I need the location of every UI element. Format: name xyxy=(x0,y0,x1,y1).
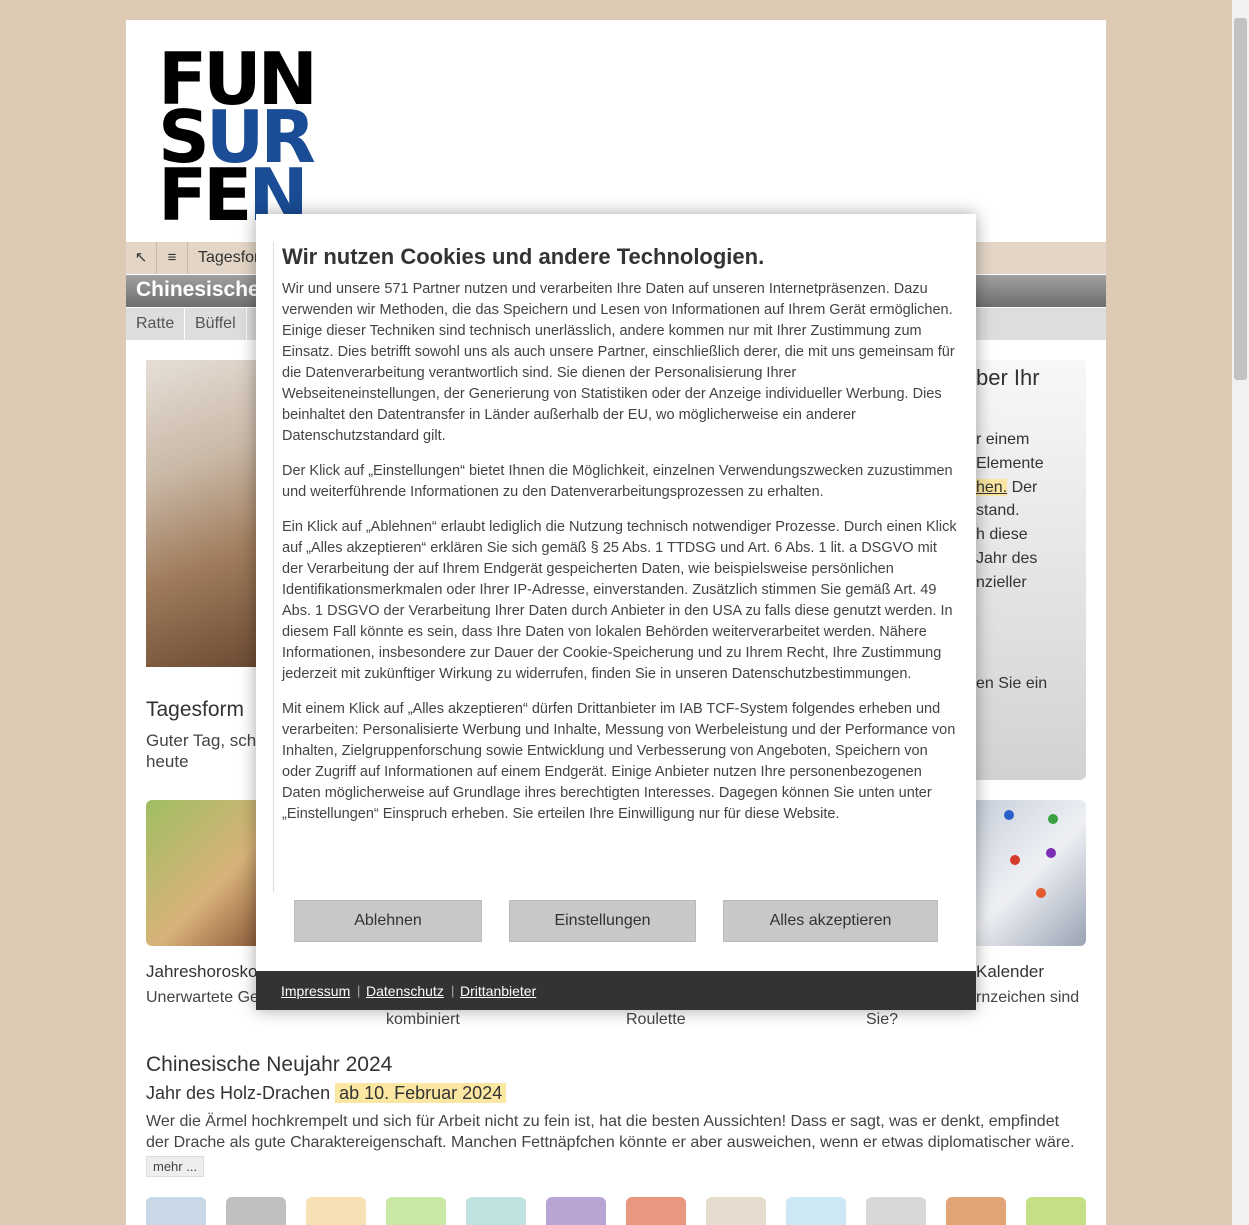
jahreshoroskop-text: Unerwartete Ge xyxy=(146,989,259,1006)
cookie-paragraph: Mit einem Klick auf „Alles akzeptieren“ … xyxy=(282,701,956,822)
tagesform-text: Guter Tag, sch heute xyxy=(146,731,257,771)
funsurfen-logo[interactable]: FUN SUR FEN xyxy=(158,43,328,231)
neujahr-subtitle-text: Jahr des Holz-Drachen xyxy=(146,1083,331,1103)
menu-icon[interactable]: ≡ xyxy=(157,242,188,274)
pin-icon xyxy=(1010,855,1020,865)
accept-all-button[interactable]: Alles akzeptieren xyxy=(723,900,938,942)
zodiac-animal-icon[interactable] xyxy=(146,1197,206,1225)
info-text: Elemente xyxy=(976,455,1044,472)
datenschutz-link[interactable]: Datenschutz xyxy=(366,983,444,999)
nav-item-bueffel[interactable]: Büffel xyxy=(185,308,247,340)
impressum-link[interactable]: Impressum xyxy=(281,983,350,999)
pin-icon xyxy=(1004,810,1014,820)
zodiac-animal-icon[interactable] xyxy=(226,1197,286,1225)
page-title: Chinesische xyxy=(136,278,260,301)
kalender-text: rnzeichen sind xyxy=(976,989,1080,1006)
jahreshoroskop-image[interactable] xyxy=(146,800,261,946)
logo-text: FE xyxy=(158,153,252,237)
info-text: r einem xyxy=(976,431,1030,448)
cookie-paragraph: Wir und unsere 571 Partner nutzen und ve… xyxy=(282,281,955,444)
back-arrow-icon[interactable]: ↖ xyxy=(126,242,157,274)
teaser-caption: Roulette xyxy=(626,1011,686,1028)
kalender-heading[interactable]: Kalender xyxy=(976,962,1044,982)
zodiac-animal-icon[interactable] xyxy=(1026,1197,1086,1225)
zodiac-animal-icon[interactable] xyxy=(786,1197,846,1225)
zodiac-animal-icon[interactable] xyxy=(466,1197,526,1225)
info-text: en Sie ein xyxy=(976,675,1048,692)
cookie-title: Wir nutzen Cookies und andere Technologi… xyxy=(282,244,765,269)
zodiac-animal-icon[interactable] xyxy=(306,1197,366,1225)
zodiac-animal-icon[interactable] xyxy=(706,1197,766,1225)
reject-button[interactable]: Ablehnen xyxy=(294,900,482,942)
zodiac-animal-icon[interactable] xyxy=(546,1197,606,1225)
zodiac-animal-icon[interactable] xyxy=(946,1197,1006,1225)
neujahr-date-badge: ab 10. Februar 2024 xyxy=(335,1083,507,1103)
neujahr-heading[interactable]: Chinesische Neujahr 2024 xyxy=(146,1053,392,1077)
settings-button[interactable]: Einstellungen xyxy=(509,900,696,942)
cookie-paragraph: Der Klick auf „Einstellungen“ bietet Ihn… xyxy=(282,463,953,500)
pin-icon xyxy=(1048,814,1058,824)
info-link[interactable]: hen. xyxy=(976,479,1008,496)
info-text: h diese xyxy=(976,526,1028,543)
info-box-heading: ber Ihr xyxy=(976,365,1040,390)
cookie-text: Wir und unsere 571 Partner nutzen und ve… xyxy=(282,279,957,839)
scrollbar-thumb[interactable] xyxy=(1234,18,1247,380)
info-text: stand. xyxy=(976,502,1020,519)
zodiac-animal-icon[interactable] xyxy=(866,1197,926,1225)
jahreshoroskop-heading[interactable]: Jahreshorosko xyxy=(146,962,258,982)
cookie-footer: Impressum | Datenschutz | Drittanbieter xyxy=(256,971,976,1010)
cookie-paragraph: Ein Klick auf „Ablehnen“ erlaubt ledigli… xyxy=(282,519,957,682)
teaser-caption: Sie? xyxy=(866,1011,899,1028)
more-button[interactable]: mehr ... xyxy=(146,1156,205,1177)
kalender-image[interactable] xyxy=(976,800,1086,946)
cookie-consent-dialog: Wir nutzen Cookies und andere Technologi… xyxy=(256,214,976,1010)
pin-icon xyxy=(1046,848,1056,858)
pin-icon xyxy=(1036,888,1046,898)
zodiac-animal-icon[interactable] xyxy=(386,1197,446,1225)
cookie-consent-content: Wir nutzen Cookies und andere Technologi… xyxy=(273,242,957,892)
footer-separator: | xyxy=(451,983,455,998)
nav-item-ratte[interactable]: Ratte xyxy=(126,308,186,340)
footer-separator: | xyxy=(357,983,361,998)
teaser-caption: kombiniert xyxy=(386,1011,460,1028)
drittanbieter-link[interactable]: Drittanbieter xyxy=(460,983,536,999)
neujahr-text: Wer die Ärmel hochkrempelt und sich für … xyxy=(146,1113,1075,1151)
zodiac-animal-icon[interactable] xyxy=(626,1197,686,1225)
tagesform-heading[interactable]: Tagesform xyxy=(146,698,244,722)
info-text: Der xyxy=(1011,479,1038,496)
neujahr-subtitle: Jahr des Holz-Drachen ab 10. Februar 202… xyxy=(146,1083,507,1104)
hero-image[interactable] xyxy=(146,360,261,667)
info-text: Jahr des xyxy=(976,550,1038,567)
info-text: nzieller xyxy=(976,574,1027,591)
